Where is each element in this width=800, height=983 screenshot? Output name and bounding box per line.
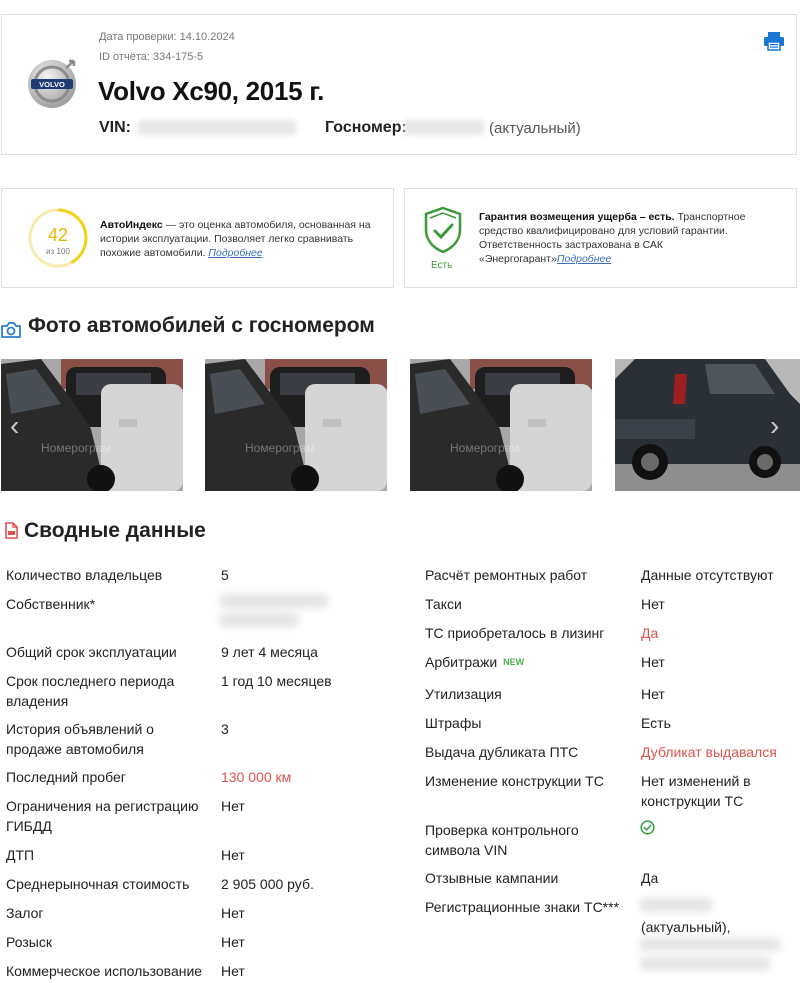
carousel-prev-arrow[interactable]: ‹ — [10, 410, 19, 442]
shield-check-icon — [424, 206, 462, 254]
autoindex-title: АвтоИндекс — [100, 219, 163, 231]
summary-label-market-price: Среднерыночная стоимость — [6, 876, 190, 892]
score-sub: из 100 — [46, 247, 70, 256]
guarantee-title: Гарантия возмещения ущерба – есть. — [479, 211, 675, 223]
plate-label: Госномер: — [325, 119, 407, 136]
guarantee-more-link[interactable]: Подробнее — [557, 253, 611, 265]
plate-redacted — [640, 957, 770, 970]
new-badge: NEW — [503, 657, 525, 667]
autoindex-more-link[interactable]: Подробнее — [208, 247, 262, 259]
summary-value-construction-change: Нет изменений в конструкции ТС — [641, 773, 751, 809]
plate-redacted — [640, 898, 712, 912]
svg-text:VOLVO: VOLVO — [39, 80, 65, 89]
car-photo[interactable]: Номерограм — [205, 359, 387, 491]
plate-redacted — [640, 938, 780, 951]
car-title: Volvo Xc90, 2015 г. — [98, 76, 325, 106]
summary-value-market-price: 2 905 000 руб. — [221, 876, 314, 892]
car-photo-image — [1, 359, 183, 491]
summary-label-accidents: ДТП — [6, 847, 35, 863]
summary-label-last-period: Срок последнего периода владения — [6, 673, 175, 709]
check-date: Дата проверки: 14.10.2024 — [99, 31, 235, 43]
summary-label-vin-check: Проверка контрольного символа VIN — [425, 822, 579, 858]
summary-value-arbitration: Нет — [641, 654, 665, 670]
photo-watermark: Номерограм — [41, 441, 111, 455]
document-icon — [5, 522, 18, 539]
summary-label-mileage: Последний пробег — [6, 769, 126, 785]
summary-label-leasing: ТС приобреталось в лизинг — [425, 625, 605, 641]
guarantee-description: Гарантия возмещения ущерба – есть. Транс… — [479, 210, 779, 266]
car-photo-image — [205, 359, 387, 491]
autoindex-description: АвтоИндекс — это оценка автомобиля, осно… — [100, 218, 380, 260]
score-gauge: 42 из 100 — [28, 208, 88, 268]
car-photo-image — [410, 359, 592, 491]
summary-value-taxi: Нет — [641, 596, 665, 612]
summary-label-plates: Регистрационные знаки ТС*** — [425, 899, 620, 915]
summary-label-wanted: Розыск — [6, 934, 52, 950]
plate-value-redacted — [404, 120, 484, 135]
summary-value-mileage: 130 000 км — [221, 769, 292, 785]
plate-status: (актуальный) — [489, 120, 581, 137]
car-photo[interactable]: Номерограм — [410, 359, 592, 491]
score-value: 42 — [48, 225, 68, 245]
carousel-next-arrow[interactable]: › — [770, 410, 779, 442]
summary-value-last-period: 1 год 10 месяцев — [221, 673, 332, 689]
summary-value-fines: Есть — [641, 715, 671, 731]
photo-watermark: Номерограм — [245, 441, 315, 455]
summary-label-ads-history: История объявлений о продаже автомобиля — [6, 721, 154, 757]
owner-redacted — [220, 613, 298, 627]
report-id: ID отчёта: 334-175-5 — [99, 51, 204, 63]
summary-section-title: Сводные данные — [24, 519, 206, 542]
summary-label-commercial-use: Коммерческое использование — [6, 963, 203, 979]
summary-value-ads-history: 3 — [221, 721, 229, 737]
summary-label-repair-calc: Расчёт ремонтных работ — [425, 567, 588, 583]
summary-label-construction-change: Изменение конструкции ТС — [425, 773, 604, 789]
summary-value-pledge: Нет — [221, 905, 245, 921]
summary-label-owners: Количество владельцев — [6, 567, 163, 583]
summary-value-plates: (актуальный), — [641, 919, 731, 935]
summary-label-pledge: Залог — [6, 905, 44, 921]
owner-redacted — [220, 594, 328, 608]
vin-label: VIN: — [99, 119, 131, 136]
summary-label-fines: Штрафы — [425, 715, 482, 731]
summary-label-total-age: Общий срок эксплуатации — [6, 644, 177, 660]
summary-value-wanted: Нет — [221, 934, 245, 950]
guarantee-badge-label: Есть — [431, 260, 453, 271]
check-circle-icon — [640, 820, 655, 835]
summary-value-owners: 5 — [221, 567, 229, 583]
photos-section-title: Фото автомобилей с госномером — [28, 314, 375, 337]
summary-label-disposal: Утилизация — [425, 686, 502, 702]
car-photo[interactable]: Номерограм — [1, 359, 183, 491]
arbitration-label-text: Арбитражи — [425, 654, 498, 670]
printer-icon[interactable] — [763, 31, 785, 51]
summary-value-recalls: Да — [641, 870, 659, 886]
summary-value-restrictions: Нет — [221, 798, 245, 814]
summary-value-pts-duplicate: Дубликат выдавался — [641, 744, 777, 760]
summary-label-owner: Собственник* — [6, 596, 96, 612]
volvo-logo: VOLVO — [28, 59, 76, 108]
summary-label-recalls: Отзывные кампании — [425, 870, 559, 886]
summary-value-accidents: Нет — [221, 847, 245, 863]
summary-value-total-age: 9 лет 4 месяца — [221, 644, 318, 660]
summary-label-arbitration: Арбитражи NEW — [425, 652, 524, 672]
summary-value-repair-calc: Данные отсутствуют — [641, 567, 774, 583]
summary-label-restrictions: Ограничения на регистрацию ГИБДД — [6, 798, 199, 834]
summary-value-disposal: Нет — [641, 686, 665, 702]
photo-watermark: Номерограм — [450, 441, 520, 455]
camera-icon — [1, 322, 21, 338]
summary-label-taxi: Такси — [425, 596, 462, 612]
vin-value-redacted — [138, 120, 296, 135]
summary-value-leasing: Да — [641, 625, 659, 641]
summary-value-commercial-use: Нет — [221, 963, 245, 979]
summary-label-pts-duplicate: Выдача дубликата ПТС — [425, 744, 579, 760]
